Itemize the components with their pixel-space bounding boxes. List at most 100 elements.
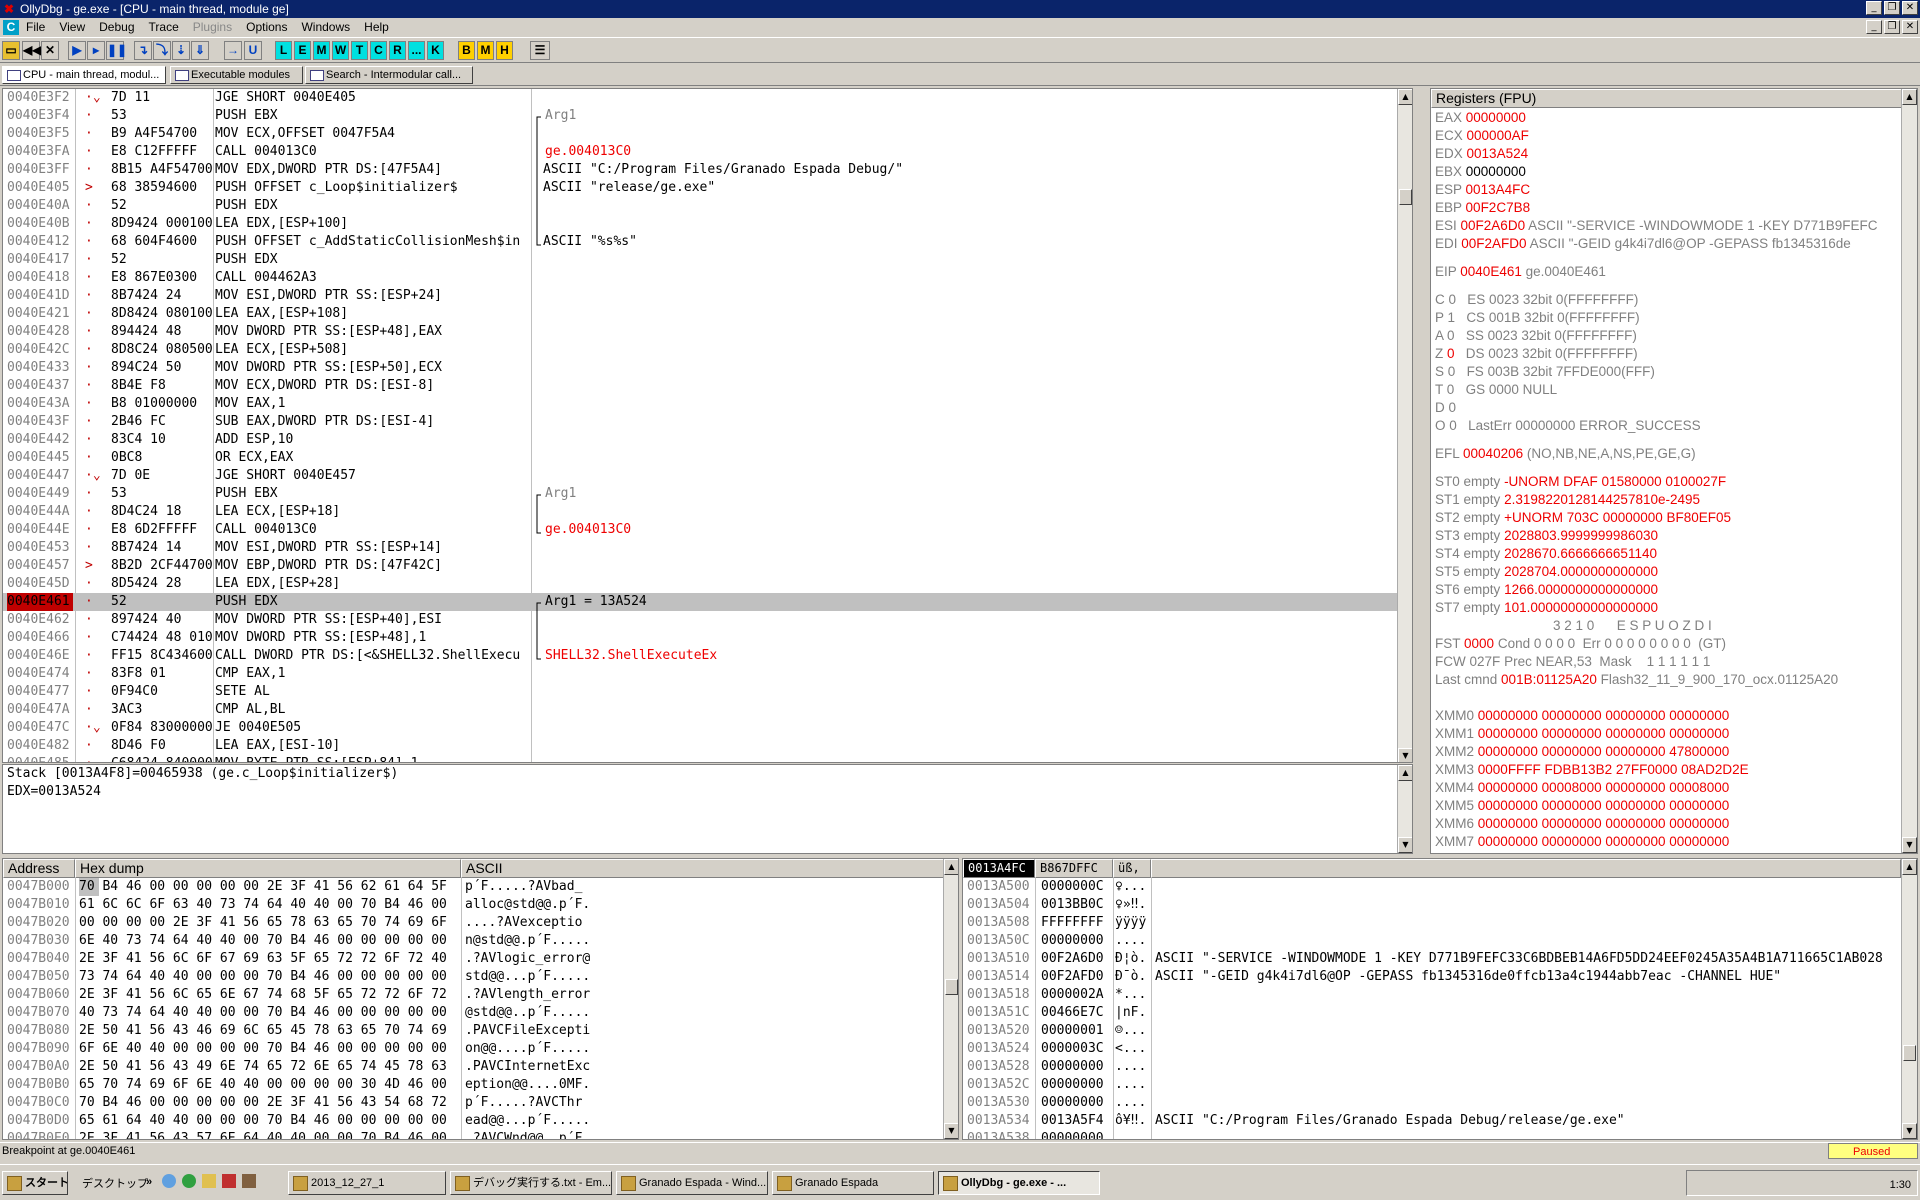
register-edx[interactable]: EDX 0013A524 <box>1435 145 1536 163</box>
dump-row[interactable]: 0047B0C0 70 B4 46 00 00 00 00 00 2E 3F 41… <box>3 1094 943 1112</box>
taskbar-button-ollydbg[interactable]: OllyDbg - ge.exe - ... <box>938 1171 1100 1195</box>
register-edi[interactable]: EDI 00F2AFD0 ASCII "-GEID g4k4i7dl6@OP -… <box>1435 235 1855 253</box>
toolbar-run-trace-button[interactable]: ... <box>408 41 425 60</box>
register-eip[interactable]: EIP 0040E461 ge.0040E461 <box>1435 263 1610 281</box>
stack-header-value[interactable]: B867DFFC <box>1035 859 1113 878</box>
fpu-st2[interactable]: ST2 empty +UNORM 703C 00000000 BF80EF05 <box>1435 509 1735 527</box>
stack-row[interactable]: 0013A500 0000000C ♀... <box>963 878 1901 896</box>
dump-row[interactable]: 0047B0A0 2E 50 41 56 43 49 6E 74 65 72 6E… <box>3 1058 943 1076</box>
step-over-icon[interactable]: ⤵ <box>153 41 171 60</box>
last-cmnd-line[interactable]: Last cmnd 001B:01125A20 Flash32_11_9_900… <box>1435 671 1842 689</box>
run-icon[interactable]: ▶ <box>68 41 86 60</box>
registers-pane[interactable]: Registers (FPU) EAX 00000000 ECX 000000A… <box>1430 88 1918 854</box>
toolbar-cpu-button[interactable]: C <box>370 41 387 60</box>
pause-icon[interactable]: ❚❚ <box>106 41 127 60</box>
stack-header-address[interactable]: 0013A4FC <box>963 859 1035 878</box>
stack-row[interactable]: 0013A52C 00000000.... <box>963 1076 1901 1094</box>
xmm-1[interactable]: XMM1 00000000 00000000 00000000 00000000 <box>1435 725 1733 743</box>
trace-into-icon[interactable]: ⇣ <box>172 41 190 60</box>
xmm-2[interactable]: XMM2 00000000 00000000 00000000 47800000 <box>1435 743 1733 761</box>
dump-row[interactable]: 0047B0D0 65 61 64 40 40 00 00 00 70 B4 46… <box>3 1112 943 1130</box>
toolbar-memory-map-button[interactable]: M <box>477 41 494 60</box>
xmm-4[interactable]: XMM4 00000000 00008000 00000000 00008000 <box>1435 779 1733 797</box>
xmm-5[interactable]: XMM5 00000000 00000000 00000000 00000000 <box>1435 797 1733 815</box>
taskbar-button-editor[interactable]: デバッグ実行する.txt - Em... <box>450 1171 612 1195</box>
toolbar-windows-button[interactable]: W <box>332 41 349 60</box>
flag-p[interactable]: P 1 CS 001B 32bit 0(FFFFFFFF) <box>1435 309 1643 327</box>
fpu-st7[interactable]: ST7 empty 101.00000000000000000 <box>1435 599 1662 617</box>
stack-row[interactable]: 0013A530 00000000.... <box>963 1094 1901 1112</box>
toolbar-breakpoints-button[interactable]: B <box>458 41 475 60</box>
toolbar-log-button[interactable]: L <box>275 41 292 60</box>
fpu-st3[interactable]: ST3 empty 2028803.9999999986030 <box>1435 527 1662 545</box>
stack-row[interactable]: 0013A528 00000000.... <box>963 1058 1901 1076</box>
info-scrollbar[interactable]: ▲ ▼ <box>1397 765 1412 853</box>
flag-c[interactable]: C 0 ES 0023 32bit 0(FFFFFFFF) <box>1435 291 1642 309</box>
flag-d[interactable]: D 0 <box>1435 399 1471 417</box>
menu-windows[interactable]: Windows <box>301 18 350 37</box>
chrome-icon[interactable] <box>182 1174 196 1188</box>
disassembly-pane[interactable]: 0040E3F2 ·⌄ 7D 11 JGE SHORT 0040E405 0040E3F… <box>2 88 1413 763</box>
stack-row[interactable]: 0013A538 00000000.... <box>963 1130 1901 1139</box>
register-efl[interactable]: EFL 00040206 (NO,NB,NE,A,NS,PE,GE,G) <box>1435 445 1699 463</box>
mdi-minimize-button[interactable]: _ <box>1866 20 1882 34</box>
taskbar-button-game[interactable]: Granado Espada <box>772 1171 934 1195</box>
registers-scrollbar[interactable]: ▲ ▼ <box>1901 89 1917 853</box>
register-ebp[interactable]: EBP 00F2C7B8 <box>1435 199 1538 217</box>
xmm-6[interactable]: XMM6 00000000 00000000 00000000 00000000 <box>1435 815 1733 833</box>
menu-help[interactable]: Help <box>364 18 389 37</box>
stack-row[interactable]: 0013A524 0000003C <... <box>963 1040 1901 1058</box>
flag-s[interactable]: S 0 FS 003B 32bit 7FFDE000(FFF) <box>1435 363 1659 381</box>
fpu-st4[interactable]: ST4 empty 2028670.6666666651140 <box>1435 545 1661 563</box>
minimize-button[interactable]: _ <box>1866 1 1882 15</box>
toolbar-handles-button[interactable]: H <box>496 41 513 60</box>
mdi-restore-button[interactable]: ❐ <box>1884 20 1900 34</box>
flag-t[interactable]: T 0 GS 0000 NULL <box>1435 381 1560 399</box>
flag-o[interactable]: O 0 LastErr 00000000 ERROR_SUCCESS <box>1435 417 1704 435</box>
tab-search-intermodular[interactable]: Search - Intermodular call... <box>305 66 473 84</box>
stack-row[interactable]: 0013A51C 00466E7C |nF. <box>963 1004 1901 1022</box>
disassembly-scrollbar[interactable]: ▲ ▼ <box>1397 89 1412 762</box>
stack-row[interactable]: 0013A50C 00000000.... <box>963 932 1901 950</box>
fpu-st6[interactable]: ST6 empty 1266.0000000000000000 <box>1435 581 1662 599</box>
dump-row[interactable]: 0047B090 6F 6E 40 40 00 00 00 00 70 B4 46… <box>3 1040 943 1058</box>
stack-header-ascii[interactable]: üß, <box>1113 859 1151 878</box>
register-ecx[interactable]: ECX 000000AF <box>1435 127 1536 145</box>
menu-view[interactable]: View <box>59 18 85 37</box>
dump-header-hex[interactable]: Hex dump <box>75 859 461 878</box>
close-button[interactable]: ✕ <box>1902 1 1918 15</box>
toolbar-references-button[interactable]: R <box>389 41 406 60</box>
stack-pane[interactable]: 0013A4FC B867DFFC üß, 0013A500 0000000C ♀.… <box>962 858 1918 1140</box>
menu-debug[interactable]: Debug <box>99 18 134 37</box>
ie-icon[interactable] <box>162 1174 176 1188</box>
dump-row[interactable]: 0047B0E0 2E 3F 41 56 43 57 6E 64 40 40 00… <box>3 1130 943 1139</box>
execute-till-return-icon[interactable]: → <box>224 41 242 60</box>
dump-row[interactable]: 0047B060 2E 3F 41 56 6C 65 6E 67 74 68 5F… <box>3 986 943 1004</box>
step-into-icon[interactable]: ↴ <box>134 41 152 60</box>
dump-scrollbar[interactable]: ▲ ▼ <box>943 859 958 1139</box>
fcw-line[interactable]: FCW 027F Prec NEAR,53 Mask 1 1 1 1 1 1 <box>1435 653 1714 671</box>
stack-row[interactable]: 0013A534 0013A5F4 ô¥‼. ASCII "C:/Program Fi… <box>963 1112 1901 1130</box>
menu-file[interactable]: File <box>26 18 45 37</box>
menu-options[interactable]: Options <box>246 18 287 37</box>
dump-header-ascii[interactable]: ASCII <box>461 859 946 878</box>
open-icon[interactable]: ▭ <box>2 41 20 60</box>
tab-cpu[interactable]: CPU - main thread, modul... <box>2 66 166 84</box>
register-ebx[interactable]: EBX 00000000 <box>1435 163 1533 181</box>
taskbar-button-explorer[interactable]: Granado Espada - Wind... <box>616 1171 768 1195</box>
list-view-icon[interactable]: ☰ <box>530 41 550 60</box>
dump-row[interactable]: 0047B0B0 65 70 74 69 6F 6E 40 40 00 00 00… <box>3 1076 943 1094</box>
stack-row[interactable]: 0013A520 00000001 ☺... <box>963 1022 1901 1040</box>
register-eax[interactable]: EAX 00000000 <box>1435 109 1533 127</box>
xmm-3[interactable]: XMM3 0000FFFF FDBB13B2 27FF0000 08AD2D2E <box>1435 761 1752 779</box>
execute-till-user-code-icon[interactable]: U <box>244 41 262 60</box>
dump-row[interactable]: 0047B070 40 73 74 64 40 40 00 00 70 B4 46… <box>3 1004 943 1022</box>
flag-a[interactable]: A 0 SS 0023 32bit 0(FFFFFFFF) <box>1435 327 1641 345</box>
desktop-toolbar-label[interactable]: デスクトップ <box>82 1175 148 1193</box>
restart-icon[interactable]: ◀◀ <box>22 41 41 60</box>
fpu-st5[interactable]: ST5 empty 2028704.0000000000000 <box>1435 563 1662 581</box>
menu-trace[interactable]: Trace <box>149 18 179 37</box>
app2-icon[interactable] <box>242 1174 256 1188</box>
dump-row[interactable]: 0047B050 73 74 64 40 40 00 00 00 70 B4 46… <box>3 968 943 986</box>
app-icon[interactable] <box>222 1174 236 1188</box>
